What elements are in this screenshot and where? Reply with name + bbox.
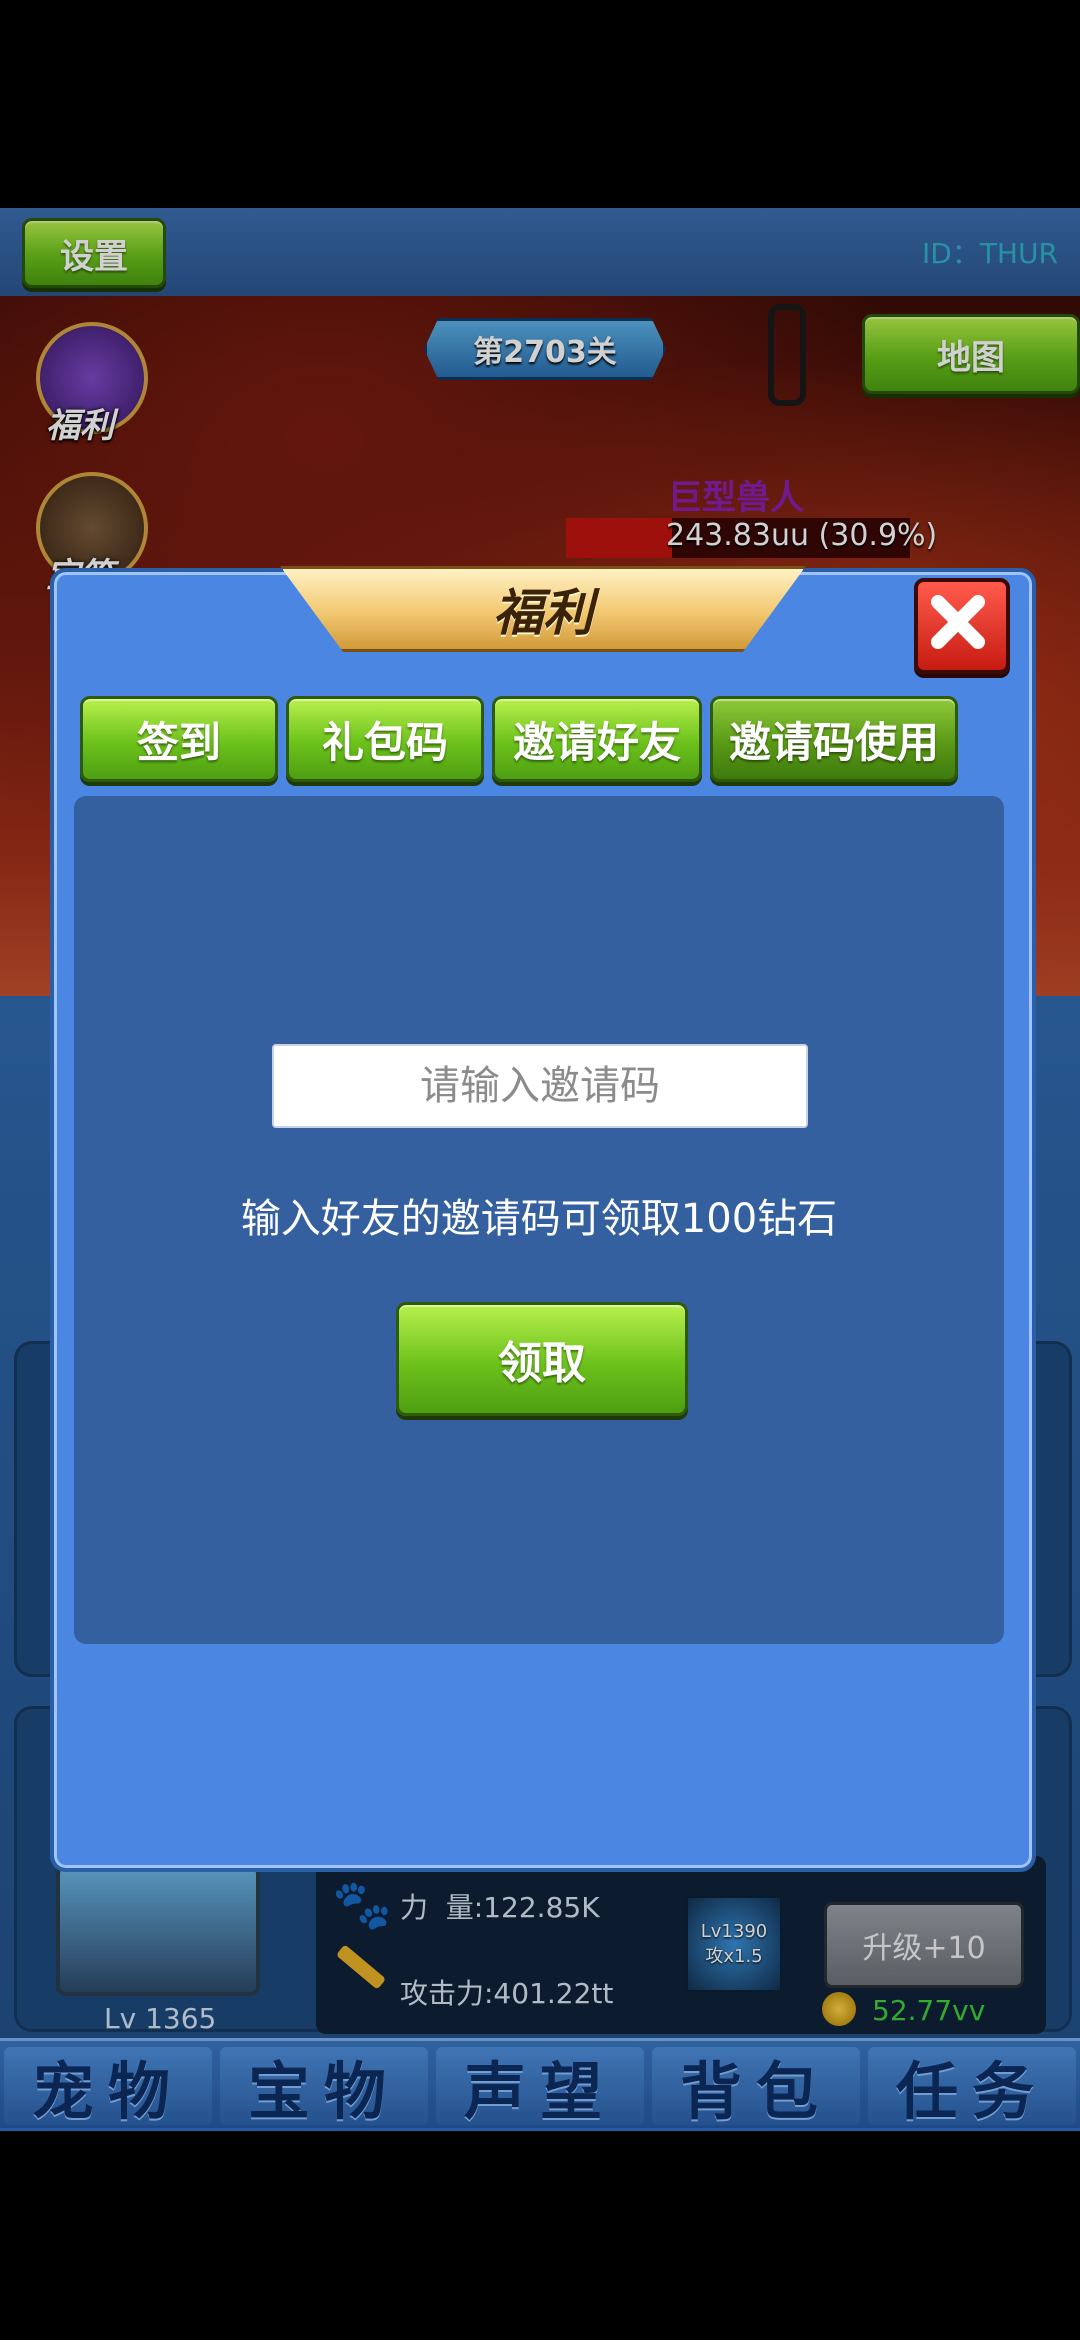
modal-title-plate: 福利: [280, 566, 806, 652]
invite-code-input[interactable]: [272, 1044, 808, 1128]
close-button[interactable]: [914, 578, 1010, 674]
tab-invite-friends[interactable]: 邀请好友: [492, 696, 702, 782]
close-icon: [931, 595, 985, 649]
invite-description: 输入好友的邀请码可领取100钻石: [240, 1196, 838, 1242]
claim-button[interactable]: 领取: [396, 1302, 688, 1416]
tab-sign-in[interactable]: 签到: [80, 696, 278, 782]
modal-title: 福利: [493, 584, 593, 642]
tab-invite-code-use[interactable]: 邀请码使用: [710, 696, 958, 782]
tab-gift-code[interactable]: 礼包码: [286, 696, 484, 782]
